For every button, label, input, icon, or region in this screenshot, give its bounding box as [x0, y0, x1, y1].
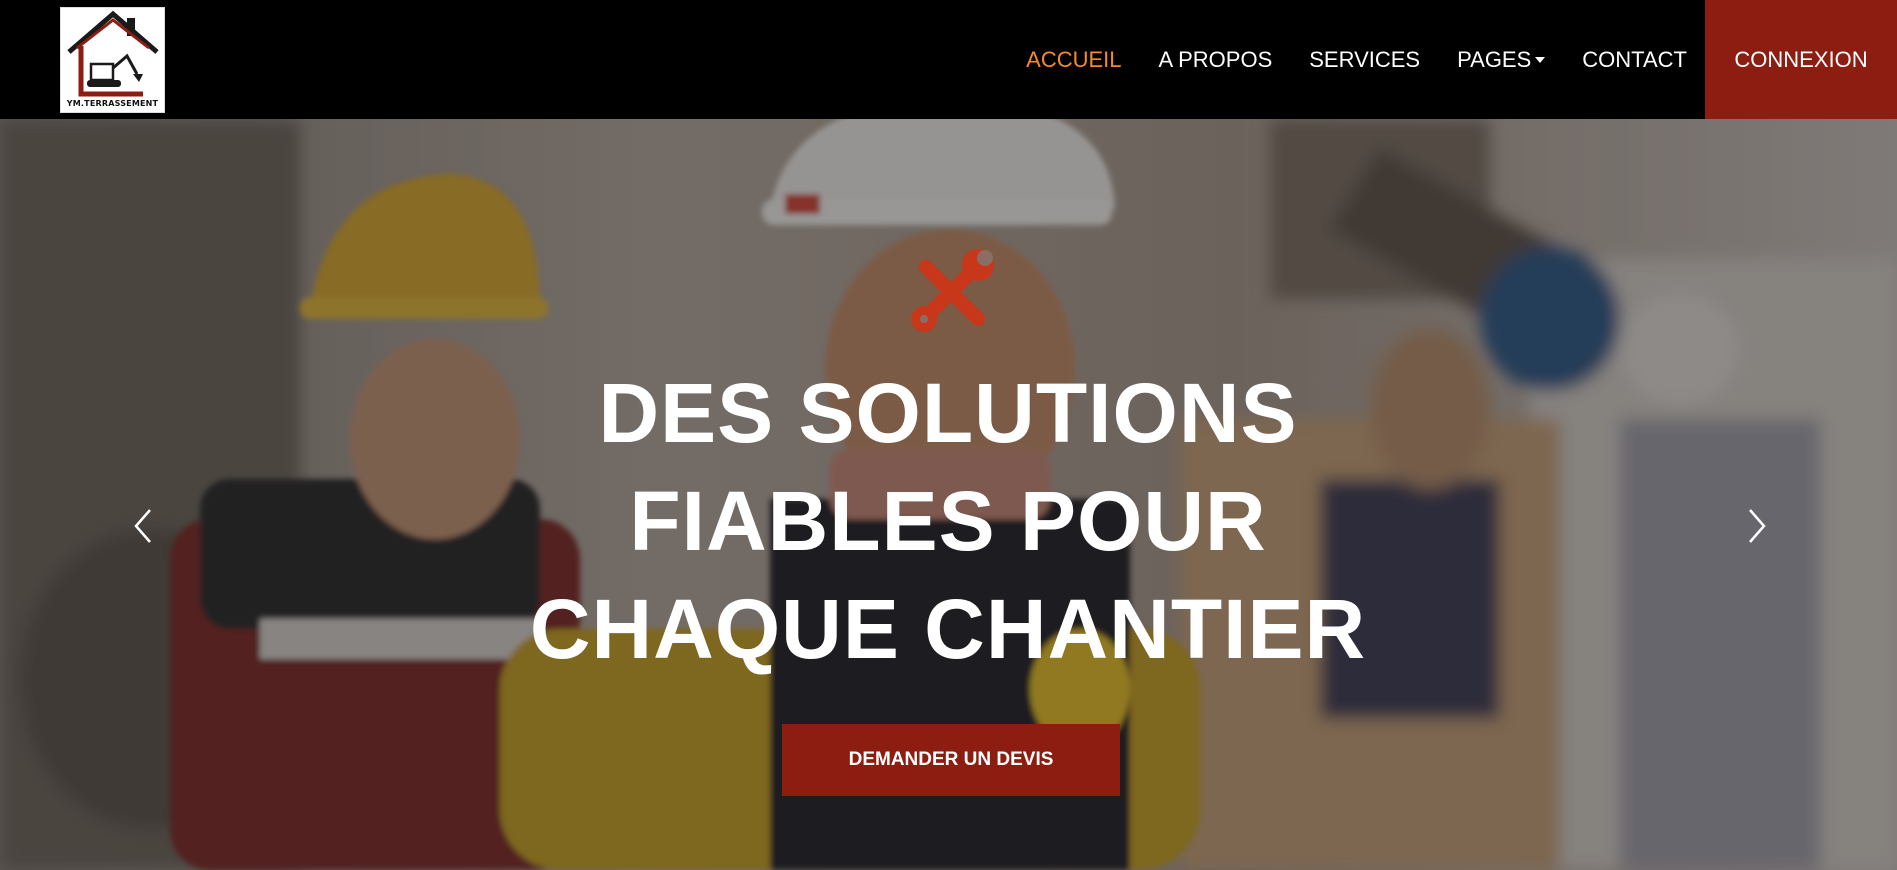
- navbar: YM.TERRASSEMENT ACCUEIL A PROPOS SERVICE…: [0, 0, 1897, 119]
- hero-title-line-2: FIABLES POUR: [629, 474, 1267, 568]
- hero-title: DES SOLUTIONS FIABLES POUR CHAQUE CHANTI…: [448, 359, 1448, 683]
- nav-link-a-propos[interactable]: A PROPOS: [1159, 47, 1273, 73]
- hero-title-line-1: DES SOLUTIONS: [598, 366, 1298, 460]
- logo[interactable]: YM.TERRASSEMENT: [60, 7, 165, 113]
- hero-carousel: DES SOLUTIONS FIABLES POUR CHAQUE CHANTI…: [0, 119, 1897, 870]
- tools-icon: [911, 249, 994, 332]
- nav-link-pages-label: PAGES: [1457, 46, 1532, 72]
- nav-link-accueil[interactable]: ACCUEIL: [1026, 47, 1121, 73]
- main-nav: ACCUEIL A PROPOS SERVICES PAGES CONTACT: [989, 0, 1687, 119]
- login-button[interactable]: CONNEXION: [1705, 0, 1897, 119]
- logo-text: YM.TERRASSEMENT: [66, 99, 159, 108]
- nav-link-services[interactable]: SERVICES: [1309, 47, 1420, 73]
- chevron-left-icon[interactable]: [128, 504, 158, 548]
- request-quote-button[interactable]: DEMANDER UN DEVIS: [782, 724, 1120, 796]
- nav-link-contact[interactable]: CONTACT: [1582, 47, 1687, 73]
- house-excavator-icon: [67, 10, 159, 97]
- hero-title-line-3: CHAQUE CHANTIER: [529, 582, 1367, 676]
- chevron-down-icon: [1535, 56, 1546, 63]
- nav-link-pages[interactable]: PAGES: [1457, 46, 1546, 73]
- chevron-right-icon[interactable]: [1742, 504, 1772, 548]
